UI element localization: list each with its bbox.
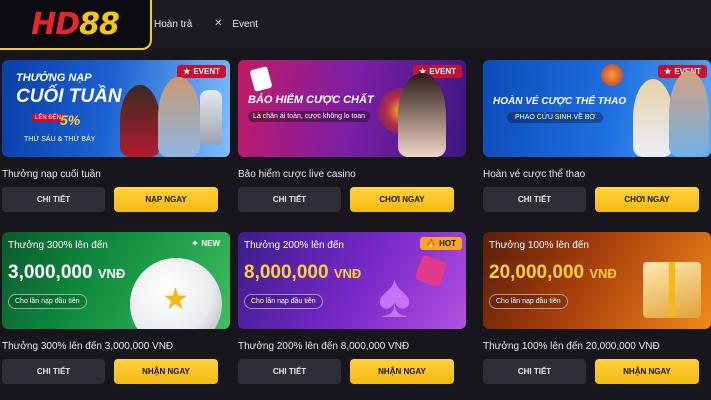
promo-card-bonus-300: ✦ NEW Thưởng 300% lên đến 3,000,000 VNĐ C…: [2, 232, 230, 384]
card-actions: CHI TIẾT NHẬN NGAY: [483, 359, 711, 384]
banner-sub: Là chân ái toàn, cược không lo toan: [248, 111, 371, 122]
banner-caption: Thưởng 200% lên đến: [244, 240, 344, 251]
lifebuoy-icon: [601, 64, 623, 86]
promo-card-bonus-100: Thưởng 100% lên đến 20,000,000 VNĐ Cho l…: [483, 232, 711, 384]
banner-percent: 5%: [60, 112, 81, 128]
promo-card-live-casino-insurance: ★ EVENT BẢO HIỂM CƯỢC CHẤT Là chân ái toà…: [238, 60, 466, 212]
fire-icon: 🔥: [426, 239, 437, 248]
sparkle-icon: ✦: [191, 239, 199, 248]
first-deposit-pill: Cho lần nạp đầu tiên: [8, 294, 87, 309]
star-icon: ★: [183, 67, 191, 76]
nav-item-event[interactable]: ✕ Event: [212, 18, 258, 30]
top-bar: HD88 Hoàn trả ✕ Event: [0, 0, 711, 50]
promo-card-weekend-deposit: ★ EVENT THƯỞNG NẠP CUỐI TUẦN LÊN ĐẾN 5% T…: [2, 60, 230, 212]
card-title: Hoàn vé cược thể thao: [483, 169, 586, 180]
play-now-button[interactable]: CHƠI NGAY: [595, 187, 699, 212]
nav-item-hoan-tra[interactable]: Hoàn trả: [154, 19, 192, 30]
model-image: [633, 79, 673, 157]
x-icon: ✕: [214, 18, 223, 29]
hd88-logo[interactable]: HD88: [0, 0, 152, 50]
banner-amount: 20,000,000 VNĐ: [489, 262, 617, 283]
card-actions: CHI TIẾT CHƠI NGAY: [238, 187, 466, 212]
player-image: [669, 71, 709, 157]
promo-banner[interactable]: Thưởng 100% lên đến 20,000,000 VNĐ Cho l…: [483, 232, 711, 329]
card-actions: CHI TIẾT NHẬN NGAY: [238, 359, 466, 384]
gift-ribbon: [669, 262, 675, 318]
banner-sub: PHAO CỨU SINH VỀ BỜ: [507, 112, 604, 123]
claim-now-button[interactable]: NHẬN NGAY: [350, 359, 454, 384]
card-actions: CHI TIẾT NẠP NGAY: [2, 187, 230, 212]
deposit-now-button[interactable]: NẠP NGAY: [114, 187, 218, 212]
banner-amount: 8,000,000 VNĐ: [244, 262, 362, 283]
claim-now-button[interactable]: NHẬN NGAY: [114, 359, 218, 384]
dealer-image: [398, 73, 446, 157]
play-now-button[interactable]: CHƠI NGAY: [350, 187, 454, 212]
promo-banner[interactable]: ★EVENT HOÀN VÉ CƯỢC THỂ THAO PHAO CỨU SI…: [483, 60, 711, 157]
card-actions: CHI TIẾT NHẬN NGAY: [2, 359, 230, 384]
detail-button[interactable]: CHI TIẾT: [2, 359, 105, 384]
spade-icon: ♠: [378, 262, 411, 329]
logo-text: HD88: [31, 6, 120, 42]
card-actions: CHI TIẾT CHƠI NGAY: [483, 187, 711, 212]
banner-caption: Thưởng 100% lên đến: [489, 240, 589, 251]
detail-button[interactable]: CHI TIẾT: [483, 187, 586, 212]
banner-line1: HOÀN VÉ CƯỢC THỂ THAO: [493, 96, 627, 107]
banner-line1: BẢO HIỂM CƯỢC CHẤT: [248, 94, 374, 106]
card-title: Thưởng nạp cuối tuần: [2, 169, 101, 180]
detail-button[interactable]: CHI TIẾT: [2, 187, 105, 212]
promo-banner[interactable]: ★ EVENT BẢO HIỂM CƯỢC CHẤT Là chân ái toà…: [238, 60, 466, 157]
model-image: [120, 85, 160, 157]
event-tag: ★EVENT: [177, 65, 226, 78]
first-deposit-pill: Cho lần nạp đầu tiên: [489, 294, 568, 309]
promo-banner[interactable]: ✦ NEW Thưởng 300% lên đến 3,000,000 VNĐ C…: [2, 232, 230, 329]
banner-amount: 3,000,000 VNĐ: [8, 262, 126, 283]
star-icon: ★: [162, 283, 189, 316]
card-title: Thưởng 300% lên đến 3,000,000 VNĐ: [2, 341, 174, 352]
hot-tag: 🔥 HOT: [420, 237, 462, 250]
promo-card-bonus-200: 🔥 HOT Thưởng 200% lên đến 8,000,000 VNĐ C…: [238, 232, 466, 384]
star-icon: ★: [664, 67, 672, 76]
first-deposit-pill: Cho lần nạp đầu tiên: [244, 294, 323, 309]
claim-now-button[interactable]: NHẬN NGAY: [595, 359, 699, 384]
banner-line2: CUỐI TUẦN: [16, 86, 122, 107]
trophy-icon: [200, 90, 222, 145]
promo-card-sports-refund: ★EVENT HOÀN VÉ CƯỢC THỂ THAO PHAO CỨU SI…: [483, 60, 711, 212]
detail-button[interactable]: CHI TIẾT: [238, 359, 341, 384]
promo-banner[interactable]: 🔥 HOT Thưởng 200% lên đến 8,000,000 VNĐ C…: [238, 232, 466, 329]
promo-banner[interactable]: ★ EVENT THƯỞNG NẠP CUỐI TUẦN LÊN ĐẾN 5% T…: [2, 60, 230, 157]
card-title: Thưởng 100% lên đến 20,000,000 VNĐ: [483, 341, 660, 352]
nav-label: Hoàn trả: [154, 18, 193, 30]
detail-button[interactable]: CHI TIẾT: [238, 187, 341, 212]
promotions-page: HD88 Hoàn trả ✕ Event ★ EVENT THƯỞNG NẠP …: [0, 0, 711, 400]
player-image: [158, 77, 200, 157]
banner-line1: THƯỞNG NẠP: [16, 72, 92, 84]
card-title: Thưởng 200% lên đến 8,000,000 VNĐ: [238, 341, 410, 352]
card-title: Bảo hiểm cược live casino: [238, 169, 356, 180]
banner-caption: Thưởng 300% lên đến: [8, 240, 108, 251]
dice-icon: [414, 254, 448, 288]
banner-days: THỨ SÁU & THỨ BẢY: [24, 136, 96, 143]
top-nav: Hoàn trả ✕ Event: [154, 18, 258, 30]
playing-card-icon: [249, 66, 273, 92]
new-tag: ✦ NEW: [191, 239, 220, 248]
nav-label: Event: [232, 18, 258, 30]
detail-button[interactable]: CHI TIẾT: [483, 359, 586, 384]
